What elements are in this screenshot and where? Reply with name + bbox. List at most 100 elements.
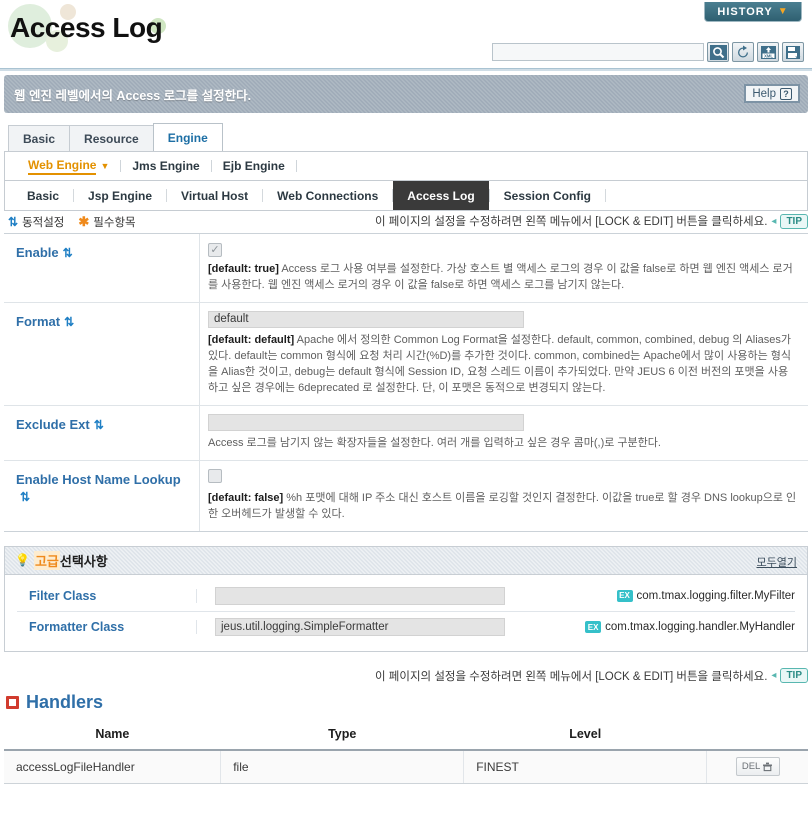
legend-row: ⇅ 동적설정 ✱ 필수항목 이 페이지의 설정을 수정하려면 왼쪽 메뉴에서 [… xyxy=(4,211,808,233)
enable-description-text: Access 로그 사용 여부를 설정한다. 가상 호스트 별 액세스 로그의 … xyxy=(208,262,793,291)
exclude-ext-description: Access 로그를 남기지 않는 확장자들을 설정한다. 여러 개를 입력하고… xyxy=(208,435,798,451)
description-text: 웹 엔진 레벨에서의 Access 로그를 설정한다. xyxy=(14,88,252,103)
handlers-table: Name Type Level accessLogFileHandler fil… xyxy=(4,720,808,784)
column-header-level[interactable]: Level xyxy=(463,720,707,751)
search-icon[interactable] xyxy=(707,42,729,62)
help-button-label: Help xyxy=(752,87,776,100)
tab-web-engine[interactable]: Web Engine ▼ xyxy=(17,152,120,180)
example-badge-icon: EX xyxy=(616,589,633,602)
advanced-title-rest: 선택사항 xyxy=(59,553,108,569)
refresh-icon: ⇅ xyxy=(93,417,104,432)
form-row-enable-host-name-lookup: Enable Host Name Lookup ⇅ [default: fals… xyxy=(4,460,808,531)
format-description: [default: default] Apache 에서 정의한 Common … xyxy=(208,332,798,396)
refresh-icon[interactable] xyxy=(732,42,754,62)
field-enable: ✓ [default: true] Access 로그 사용 여부를 설정한다.… xyxy=(200,234,808,302)
table-row[interactable]: accessLogFileHandler file FINEST DEL xyxy=(4,749,808,784)
enable-default-tag: [default: true] xyxy=(208,262,279,275)
delete-handler-label: DEL xyxy=(741,761,761,773)
form-row-enable: Enable ⇅ ✓ [default: true] Access 로그 사용 여… xyxy=(4,234,808,303)
tab-jms-engine[interactable]: Jms Engine xyxy=(121,152,210,180)
history-button-label: HISTORY xyxy=(717,5,773,18)
tip-text: 이 페이지의 설정을 수정하려면 왼쪽 메뉴에서 [LOCK & EDIT] 버… xyxy=(375,670,768,683)
column-header-type[interactable]: Type xyxy=(220,720,464,751)
expand-all-link[interactable]: 모두열기 xyxy=(757,554,797,570)
search-toolbar: XML xyxy=(492,42,804,62)
svg-text:XML: XML xyxy=(764,53,773,58)
delete-handler-button[interactable]: DEL xyxy=(735,757,780,777)
handlers-title: Handlers xyxy=(26,691,104,712)
tab-resource[interactable]: Resource xyxy=(69,125,154,151)
field-label-format: Format ⇅ xyxy=(4,302,200,405)
tab-basic[interactable]: Basic xyxy=(8,125,71,151)
filter-class-example-text: com.tmax.logging.filter.MyFilter xyxy=(636,589,796,602)
field-enable-host-name-lookup: [default: false] %h 포맷에 대해 IP 주소 대신 호스트 … xyxy=(200,461,808,531)
tab-session-config[interactable]: Session Config xyxy=(490,181,605,210)
tip-badge[interactable]: TIP xyxy=(780,668,808,683)
tab-virtual-host[interactable]: Virtual Host xyxy=(167,181,262,210)
tip-arrow-icon: ◂ xyxy=(771,215,777,227)
square-icon xyxy=(6,695,19,709)
enable-host-name-lookup-default-tag: [default: false] xyxy=(208,491,284,504)
advanced-options-header: 💡 고급 선택사항 모두열기 xyxy=(5,546,807,575)
tab-jms-engine-label: Jms Engine xyxy=(132,159,200,173)
save-icon[interactable] xyxy=(782,42,804,62)
legend-dynamic: ⇅ 동적설정 xyxy=(8,214,64,230)
legend-required-label: 필수항목 xyxy=(93,217,136,229)
tip-arrow-icon: ◂ xyxy=(771,670,777,681)
handler-name-cell: accessLogFileHandler xyxy=(4,749,222,784)
top-header: Access Log HISTORY ▼ XML xyxy=(0,0,812,68)
formatter-class-label: Formatter Class xyxy=(17,620,197,634)
tertiary-tabs: Basic Jsp Engine Virtual Host Web Connec… xyxy=(4,181,808,211)
page-title: Access Log xyxy=(10,12,163,43)
handler-actions-cell: DEL xyxy=(706,749,808,784)
trash-icon xyxy=(763,762,773,772)
advanced-options-body: Filter Class EX com.tmax.logging.filter.… xyxy=(5,575,807,651)
tab-jsp-engine[interactable]: Jsp Engine xyxy=(74,181,166,210)
enable-host-name-lookup-checkbox[interactable] xyxy=(208,468,222,483)
help-button[interactable]: Help ? xyxy=(744,84,800,103)
formatter-class-input[interactable]: jeus.util.logging.SimpleFormatter xyxy=(215,618,505,636)
search-input[interactable] xyxy=(492,43,704,61)
tip-badge[interactable]: TIP xyxy=(780,213,808,229)
tip-row-bottom-wrapper: 이 페이지의 설정을 수정하려면 왼쪽 메뉴에서 [LOCK & EDIT] 버… xyxy=(4,668,808,686)
filter-class-label: Filter Class xyxy=(17,588,197,603)
chevron-down-icon: ▼ xyxy=(100,161,110,171)
tab-divider xyxy=(295,160,297,172)
enable-host-name-lookup-description-text: %h 포맷에 대해 IP 주소 대신 호스트 이름을 로깅할 것인지 결정한다.… xyxy=(208,491,797,520)
advanced-row-filter-class: Filter Class EX com.tmax.logging.filter.… xyxy=(17,581,795,612)
tab-access-log[interactable]: Access Log xyxy=(393,181,489,210)
tip-row-bottom: 이 페이지의 설정을 수정하려면 왼쪽 메뉴에서 [LOCK & EDIT] 버… xyxy=(375,668,808,684)
tab-basic-sub[interactable]: Basic xyxy=(13,181,73,210)
handlers-header: Handlers xyxy=(4,692,808,713)
field-label-enable-text: Enable xyxy=(16,245,59,260)
field-label-enable: Enable ⇅ xyxy=(4,234,200,302)
history-button[interactable]: HISTORY ▼ xyxy=(704,2,802,22)
lightbulb-icon: 💡 xyxy=(15,553,30,567)
question-mark-icon: ? xyxy=(780,87,792,100)
tab-ejb-engine-label: Ejb Engine xyxy=(222,159,285,173)
format-input[interactable]: default xyxy=(208,310,524,328)
field-label-enable-host-name-lookup-text: Enable Host Name Lookup xyxy=(16,471,181,487)
field-format: default [default: default] Apache 에서 정의한… xyxy=(200,303,808,405)
tab-ejb-engine[interactable]: Ejb Engine xyxy=(212,152,296,180)
column-header-name[interactable]: Name xyxy=(4,720,221,751)
advanced-title-highlight: 고급 xyxy=(33,550,60,570)
refresh-icon: ⇅ xyxy=(20,489,31,504)
exclude-ext-input[interactable] xyxy=(208,413,524,431)
primary-tabs: Basic Resource Engine xyxy=(0,123,812,151)
handler-level-cell: FINEST xyxy=(463,749,708,784)
tab-web-connections[interactable]: Web Connections xyxy=(263,181,392,210)
formatter-class-example: EX com.tmax.logging.handler.MyHandler xyxy=(585,621,795,633)
field-exclude-ext: Access 로그를 남기지 않는 확장자들을 설정한다. 여러 개를 입력하고… xyxy=(200,406,808,460)
settings-form: Enable ⇅ ✓ [default: true] Access 로그 사용 여… xyxy=(4,233,808,532)
tab-engine[interactable]: Engine xyxy=(152,123,223,151)
tab-web-engine-label: Web Engine xyxy=(28,158,97,175)
format-description-text: Apache 에서 정의한 Common Log Format을 설정한다. d… xyxy=(208,333,792,394)
tab-divider xyxy=(605,189,606,202)
tip-text: 이 페이지의 설정을 수정하려면 왼쪽 메뉴에서 [LOCK & EDIT] 버… xyxy=(375,216,768,228)
enable-checkbox[interactable]: ✓ xyxy=(208,242,222,257)
advanced-row-formatter-class: Formatter Class jeus.util.logging.Simple… xyxy=(17,612,795,643)
xml-export-icon[interactable]: XML xyxy=(757,42,779,62)
filter-class-input[interactable] xyxy=(215,586,505,605)
column-header-actions xyxy=(706,720,808,751)
